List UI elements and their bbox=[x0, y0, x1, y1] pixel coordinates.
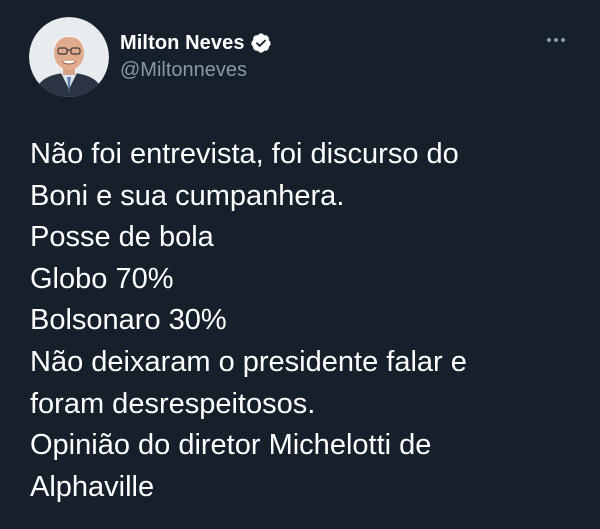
author-name-row: Milton Neves bbox=[120, 30, 272, 56]
more-options-icon[interactable] bbox=[540, 30, 572, 50]
tweet-text: Não foi entrevista, foi discurso do Boni… bbox=[30, 134, 575, 508]
tweet-text-line: Globo 70% bbox=[30, 262, 174, 295]
tweet-text-line: Opinião do diretor Michelotti de bbox=[30, 429, 432, 462]
tweet-text-line: Posse de bola bbox=[30, 221, 214, 254]
ellipsis-dot bbox=[554, 38, 558, 42]
ellipsis-dot bbox=[547, 38, 551, 42]
verified-badge-icon bbox=[250, 32, 272, 54]
tweet-text-line: Não foi entrevista, foi discurso do bbox=[30, 138, 459, 170]
tweet-text-line: Boni e sua cumpanhera. bbox=[30, 179, 345, 212]
ellipsis-dot bbox=[561, 38, 565, 42]
tweet-text-line: Não deixaram o presidente falar e bbox=[30, 345, 467, 378]
author-handle[interactable]: @Miltonneves bbox=[120, 59, 247, 82]
tweet-text-line: Alphaville bbox=[30, 470, 155, 503]
tweet-text-line: foram desrespeitosos. bbox=[30, 387, 316, 420]
display-name[interactable]: Milton Neves bbox=[120, 32, 245, 55]
profile-photo-icon bbox=[29, 17, 109, 97]
avatar[interactable] bbox=[29, 17, 109, 97]
tweet: Milton Neves @Miltonneves Não foi entrev… bbox=[0, 0, 600, 529]
tweet-text-line: Bolsonaro 30% bbox=[30, 304, 227, 337]
